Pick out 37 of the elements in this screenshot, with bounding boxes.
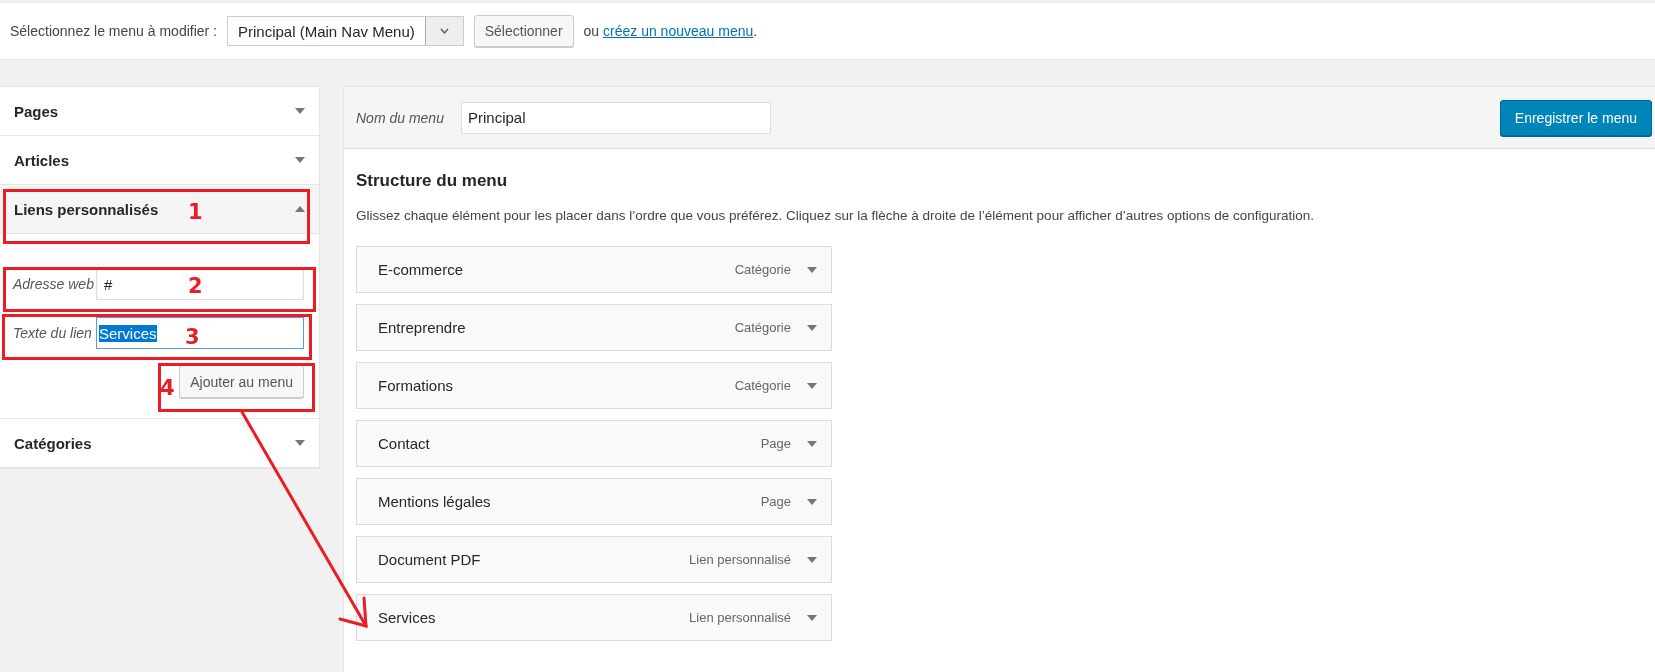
create-menu-text: ou créez un nouveau menu.	[583, 23, 758, 39]
instructions-text: Glissez chaque élément pour les placer dans l’ordre que vous préférez. Cliquez sur la flèche à droite de l’élément pour afficher d’autres options de configuration.	[356, 208, 1316, 223]
step-number: 3	[185, 327, 200, 348]
caret-down-icon	[807, 382, 817, 389]
menu-name-field[interactable]: Principal	[461, 101, 771, 134]
step-number: 2	[188, 276, 203, 297]
caret-down-icon	[295, 157, 305, 163]
caret-down-icon	[807, 614, 817, 621]
step-number: 4	[160, 378, 175, 399]
section-heading: Structure du menu	[356, 171, 509, 191]
field-label: Texte du lien	[13, 325, 92, 341]
caret-down-icon	[807, 498, 817, 505]
caret-down-icon	[295, 108, 305, 114]
select-button[interactable]: Sélectionner	[473, 15, 574, 47]
menu-item[interactable]: E-commerce Catégorie	[356, 246, 832, 293]
dropdown-caret-icon	[424, 17, 463, 45]
menu-name-label: Nom du menu	[356, 109, 445, 126]
add-to-menu-button[interactable]: Ajouter au menu	[179, 365, 304, 398]
menu-item[interactable]: Entreprendre Catégorie	[356, 304, 832, 351]
caret-down-icon	[807, 266, 817, 273]
caret-up-icon	[295, 206, 305, 212]
menu-item[interactable]: Formations Catégorie	[356, 362, 832, 409]
field-label: Adresse web	[13, 276, 92, 292]
menu-select[interactable]: Principal (Main Nav Menu)	[227, 16, 464, 46]
save-menu-button[interactable]: Enregistrer le menu	[1499, 99, 1652, 136]
menu-item[interactable]: Document PDF Lien personnalisé	[356, 536, 832, 583]
caret-down-icon	[295, 440, 305, 446]
step-number: 1	[188, 202, 203, 223]
menu-item[interactable]: Services Lien personnalisé	[356, 594, 832, 641]
menu-item[interactable]: Contact Page	[356, 420, 832, 467]
accordion-header[interactable]: Catégories	[0, 419, 319, 468]
caret-down-icon	[807, 324, 817, 331]
select-menu-label: Sélectionnez le menu à modifier :	[10, 23, 217, 39]
accordion-header[interactable]: Pages	[0, 87, 319, 136]
caret-down-icon	[807, 556, 817, 563]
menu-item[interactable]: Mentions légales Page	[356, 478, 832, 525]
caret-down-icon	[807, 440, 817, 447]
